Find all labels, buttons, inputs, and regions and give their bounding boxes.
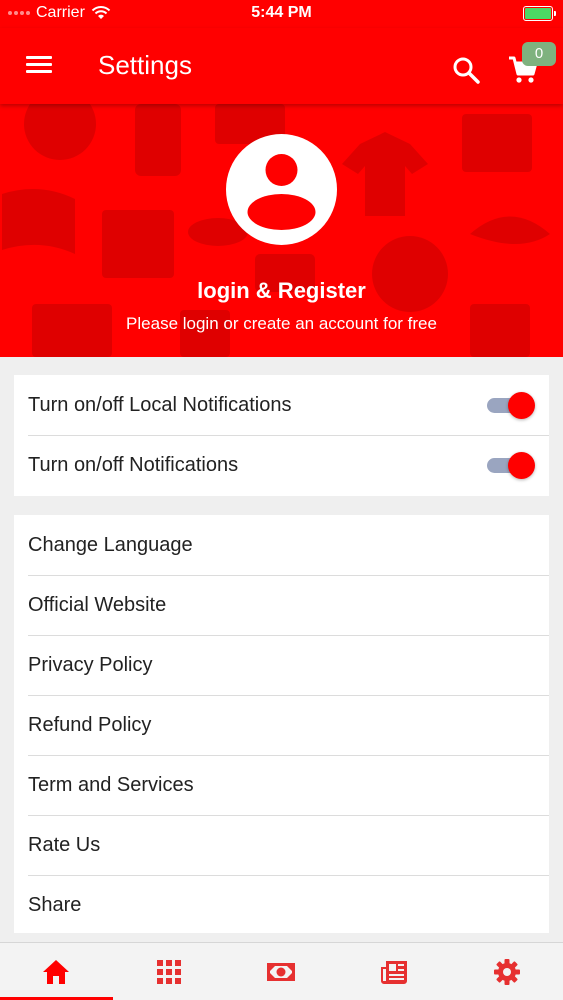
notifications-toggle[interactable] [487,452,535,479]
money-icon [267,962,296,981]
refund-policy-item[interactable]: Refund Policy [14,695,549,755]
avatar[interactable] [226,134,337,245]
share-item[interactable]: Share [14,875,549,935]
cart-count-badge: 0 [522,42,556,66]
change-language-item[interactable]: Change Language [14,515,549,575]
bottom-nav [0,942,563,1000]
app-bar: Settings 0 [0,28,563,104]
nav-categories[interactable] [113,943,226,1000]
gear-icon [493,958,520,985]
login-header: login & Register Please login or create … [0,104,563,357]
local-notifications-toggle[interactable] [487,392,535,419]
privacy-policy-item[interactable]: Privacy Policy [14,635,549,695]
rate-us-item[interactable]: Rate Us [14,815,549,875]
news-icon [381,960,408,984]
nav-home[interactable] [0,943,113,1000]
user-icon [247,154,316,230]
nav-settings[interactable] [450,943,563,1000]
local-notifications-row[interactable]: Turn on/off Local Notifications [14,375,549,435]
status-bar: Carrier 5:44 PM [0,0,563,28]
notifications-label: Turn on/off Notifications [28,453,239,476]
notification-settings: Turn on/off Local Notifications Turn on/… [14,375,549,496]
page-title: Settings [98,50,192,80]
home-icon [43,959,70,984]
battery-icon [523,6,556,21]
local-notifications-label: Turn on/off Local Notifications [28,393,292,416]
notifications-row[interactable]: Turn on/off Notifications [14,435,549,495]
nav-deals[interactable] [225,943,338,1000]
official-website-item[interactable]: Official Website [14,575,549,635]
menu-icon[interactable] [26,52,60,80]
status-time: 5:44 PM [251,4,312,21]
terms-and-services-item[interactable]: Term and Services [14,755,549,815]
nav-news[interactable] [338,943,451,1000]
login-register-link[interactable]: login & Register [0,278,563,304]
grid-icon [156,959,181,984]
settings-links-list: Change Language Official Website Privacy… [14,515,549,933]
login-subtitle: Please login or create an account for fr… [126,314,437,333]
search-icon[interactable] [450,54,482,86]
